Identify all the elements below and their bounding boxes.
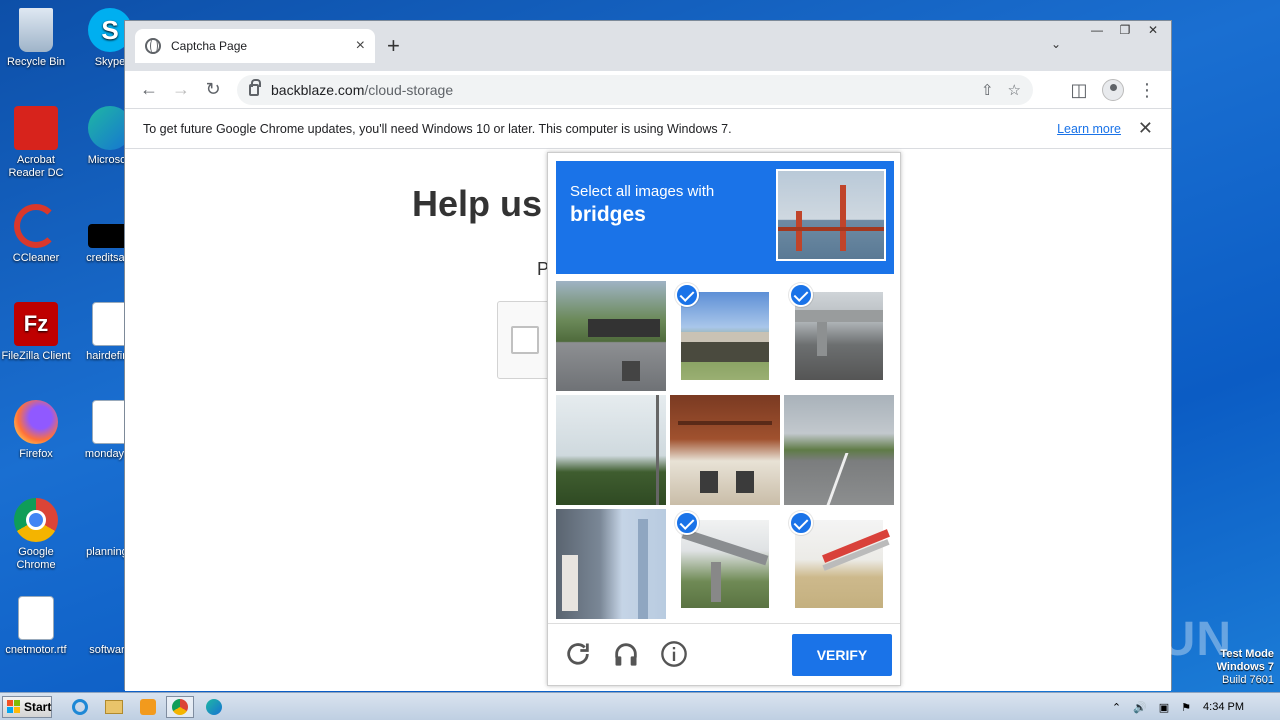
desktop-icon-ccleaner[interactable]: CCleaner — [0, 204, 72, 265]
challenge-target: bridges — [570, 203, 646, 226]
url-host: backblaze.com — [271, 82, 365, 98]
sample-bridge-image — [776, 169, 886, 261]
captcha-tile-9[interactable] — [784, 509, 894, 619]
captcha-tile-5[interactable] — [670, 395, 780, 505]
restore-button[interactable]: ❐ — [1111, 21, 1139, 39]
challenge-footer: VERIFY — [548, 623, 900, 685]
page-heading: Help us — [412, 183, 543, 224]
tab-search-chevron-icon[interactable]: ⌄ — [1051, 37, 1061, 51]
tab-captcha-page[interactable]: Captcha Page × — [135, 29, 375, 63]
selected-check-icon — [789, 511, 813, 535]
selected-check-icon — [789, 283, 813, 307]
volume-icon[interactable]: 🔊 — [1133, 701, 1147, 714]
captcha-tile-1[interactable] — [556, 281, 666, 391]
word-document-icon — [92, 400, 128, 444]
info-icon[interactable] — [660, 640, 688, 668]
reload-challenge-icon[interactable] — [564, 640, 592, 668]
word-document-icon — [92, 302, 128, 346]
acrobat-icon — [14, 106, 58, 150]
desktop-icon-label: Firefox — [19, 448, 53, 460]
recycle-bin-icon — [19, 8, 53, 52]
selected-check-icon — [675, 511, 699, 535]
challenge-instruction: Select all images with — [570, 183, 715, 200]
taskbar-ie-icon[interactable] — [66, 696, 94, 718]
captcha-tile-4[interactable] — [556, 395, 666, 505]
chrome-icon — [14, 498, 58, 542]
tab-strip: Captcha Page × + ⌄ — ❐ ✕ — [125, 21, 1171, 71]
test-mode-line: Test Mode — [1220, 648, 1274, 660]
desktop-icon-label: Recycle Bin — [6, 56, 66, 68]
globe-icon — [145, 38, 161, 54]
learn-more-link[interactable]: Learn more — [1057, 122, 1121, 136]
recaptcha-checkbox[interactable] — [511, 326, 539, 354]
tab-title: Captcha Page — [171, 39, 248, 53]
start-label: Start — [24, 700, 52, 714]
bookmark-star-icon[interactable]: ☆ — [1008, 81, 1021, 99]
taskbar: Start ⌃ 🔊 ▣ ⚑ 4:34 PM — [0, 692, 1280, 720]
back-arrow-icon[interactable]: ← — [133, 74, 165, 106]
filezilla-icon: Fz — [14, 302, 58, 346]
reload-icon[interactable]: ↻ — [197, 74, 229, 106]
firefox-icon — [14, 400, 58, 444]
tab-close-button[interactable]: × — [356, 37, 365, 55]
desktop-icon-filezilla[interactable]: Fz FileZilla Client — [0, 302, 72, 363]
desktop-icon-label: Google Chrome — [16, 546, 56, 571]
captcha-tile-2[interactable] — [670, 281, 780, 391]
minimize-button[interactable]: — — [1083, 21, 1111, 39]
desktop-icon-label: CCleaner — [12, 252, 60, 264]
network-icon[interactable]: ▣ — [1159, 701, 1169, 714]
captcha-tile-7[interactable] — [556, 509, 666, 619]
captcha-tile-8[interactable] — [670, 509, 780, 619]
desktop-icon-acrobat[interactable]: Acrobat Reader DC — [0, 106, 72, 180]
verify-button[interactable]: VERIFY — [792, 634, 892, 676]
forward-arrow-icon[interactable]: → — [165, 74, 197, 106]
taskbar-chrome-icon[interactable] — [166, 696, 194, 718]
url-path: /cloud-storage — [364, 82, 454, 98]
desktop-icon-firefox[interactable]: Firefox — [0, 400, 72, 461]
desktop-icon-label: Acrobat Reader DC — [8, 154, 64, 179]
anyrun-watermark: ANY RUN — [1007, 613, 1232, 666]
desktop-icon-label: cnetmotor.rtf — [5, 644, 67, 656]
browser-toolbar: ← → ↻ backblaze.com/cloud-storage ⇧ ☆ ◫ … — [125, 71, 1171, 109]
close-window-button[interactable]: ✕ — [1139, 21, 1167, 39]
tray-expand-icon[interactable]: ⌃ — [1112, 701, 1121, 714]
challenge-image-grid — [556, 281, 894, 619]
audio-challenge-icon[interactable] — [612, 640, 640, 668]
new-tab-button[interactable]: + — [387, 33, 400, 59]
ccleaner-icon — [14, 204, 58, 248]
test-mode-line: Windows 7 — [1216, 661, 1274, 673]
clock[interactable]: 4:34 PM — [1203, 701, 1244, 713]
desktop-icon-label: FileZilla Client — [1, 350, 71, 362]
windows-logo-icon — [7, 700, 21, 714]
taskbar-explorer-icon[interactable] — [100, 696, 128, 718]
infobar-message: To get future Google Chrome updates, you… — [143, 121, 732, 136]
side-panel-icon[interactable]: ◫ — [1063, 74, 1095, 106]
selected-check-icon — [675, 283, 699, 307]
desktop-icon-recycle-bin[interactable]: Recycle Bin — [0, 8, 72, 69]
infobar-close-icon[interactable]: ✕ — [1138, 118, 1153, 139]
lock-icon — [249, 79, 261, 96]
taskbar-edge-icon[interactable] — [200, 696, 228, 718]
captcha-tile-3[interactable] — [784, 281, 894, 391]
desktop-icon-google-chrome[interactable]: Google Chrome — [0, 498, 72, 572]
update-infobar: To get future Google Chrome updates, you… — [125, 109, 1171, 149]
captcha-tile-6[interactable] — [784, 395, 894, 505]
word-document-icon — [18, 596, 54, 640]
window-controls: — ❐ ✕ — [1083, 21, 1167, 39]
start-button[interactable]: Start — [2, 696, 52, 718]
captcha-challenge: Select all images with bridges VERIFY — [547, 152, 901, 686]
action-center-flag-icon[interactable]: ⚑ — [1181, 701, 1191, 714]
challenge-header: Select all images with bridges — [556, 161, 894, 274]
profile-avatar[interactable] — [1102, 79, 1124, 101]
share-icon[interactable]: ⇧ — [981, 81, 994, 99]
menu-kebab-icon[interactable]: ⋮ — [1131, 74, 1163, 106]
system-tray: ⌃ 🔊 ▣ ⚑ 4:34 PM — [1106, 693, 1280, 720]
desktop-icon-cnetmotor[interactable]: cnetmotor.rtf — [0, 596, 72, 657]
address-bar[interactable]: backblaze.com/cloud-storage ⇧ ☆ — [237, 75, 1033, 105]
test-mode-line: Build 7601 — [1222, 674, 1274, 686]
taskbar-media-player-icon[interactable] — [134, 696, 162, 718]
test-mode-notice: Test Mode Windows 7 Build 7601 — [1217, 648, 1274, 687]
